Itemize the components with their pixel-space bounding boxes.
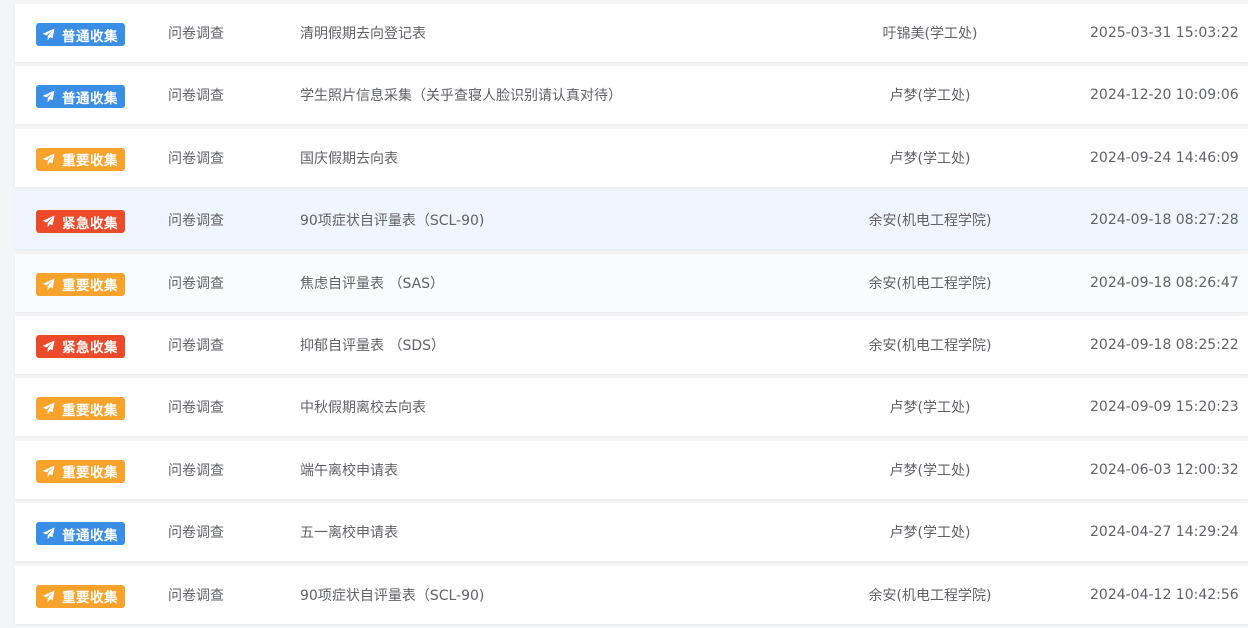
publisher: 卢梦(学工处) — [889, 150, 971, 167]
list-item[interactable]: 重要收集 问卷调查 中秋假期离校去向表 卢梦(学工处) 2024-09-09 1… — [15, 378, 1248, 437]
send-icon — [42, 340, 55, 353]
priority-label: 紧急收集 — [62, 215, 118, 232]
priority-label: 普通收集 — [62, 90, 118, 107]
list-item[interactable]: 普通收集 问卷调查 清明假期去向登记表 吁锦美(学工处) 2025-03-31 … — [15, 4, 1248, 62]
priority-label: 重要收集 — [62, 465, 118, 482]
form-type: 问卷调查 — [168, 26, 224, 42]
publisher: 卢梦(学工处) — [889, 400, 971, 417]
form-title[interactable]: 国庆假期去向表 — [300, 148, 398, 168]
publisher: 余安(机电工程学院) — [868, 213, 992, 230]
publisher: 余安(机电工程学院) — [868, 275, 992, 292]
list-item[interactable]: 普通收集 问卷调查 五一离校申请表 卢梦(学工处) 2024-04-27 14:… — [15, 503, 1248, 562]
priority-badge: 重要收集 — [36, 147, 125, 171]
priority-badge: 普通收集 — [36, 522, 125, 546]
form-type: 问卷调查 — [168, 462, 224, 479]
publish-time: 2024-09-09 15:20:23 — [1090, 399, 1239, 416]
collection-list: 普通收集 问卷调查 清明假期去向登记表 吁锦美(学工处) 2025-03-31 … — [15, 4, 1248, 628]
form-type: 问卷调查 — [168, 587, 224, 604]
send-icon — [42, 278, 55, 290]
send-icon — [42, 28, 55, 41]
send-icon — [42, 153, 55, 166]
publisher: 卢梦(学工处) — [889, 525, 971, 542]
publish-time: 2024-04-12 10:42:56 — [1090, 586, 1239, 603]
send-icon — [42, 465, 55, 478]
priority-badge: 重要收集 — [36, 397, 125, 421]
publish-time: 2024-04-27 14:29:24 — [1090, 524, 1239, 541]
send-icon — [42, 215, 55, 228]
priority-label: 重要收集 — [62, 278, 118, 295]
publisher: 卢梦(学工处) — [889, 88, 971, 105]
form-title[interactable]: 五一离校申请表 — [300, 522, 398, 542]
priority-label: 重要收集 — [62, 153, 118, 170]
form-title[interactable]: 端午离校申请表 — [300, 460, 398, 480]
publish-time: 2025-03-31 15:03:22 — [1090, 25, 1239, 41]
publisher: 余安(机电工程学院) — [868, 587, 992, 604]
form-type: 问卷调查 — [168, 275, 224, 292]
priority-label: 普通收集 — [62, 28, 118, 45]
list-item[interactable]: 重要收集 问卷调查 90项症状自评量表（SCL-90) 余安(机电工程学院) 2… — [15, 565, 1248, 624]
publish-time: 2024-09-18 08:25:22 — [1090, 336, 1239, 353]
publish-time: 2024-09-18 08:26:47 — [1090, 274, 1239, 291]
priority-badge: 重要收集 — [36, 584, 125, 608]
priority-label: 紧急收集 — [62, 340, 118, 357]
list-item[interactable]: 紧急收集 问卷调查 抑郁自评量表 （SDS） 余安(机电工程学院) 2024-0… — [15, 315, 1248, 374]
form-title[interactable]: 90项症状自评量表（SCL-90) — [300, 585, 484, 605]
form-type: 问卷调查 — [168, 88, 224, 105]
list-item[interactable]: 普通收集 问卷调查 学生照片信息采集（关乎查寝人脸识别请认真对待） 卢梦(学工处… — [15, 66, 1248, 125]
publisher: 吁锦美(学工处) — [882, 26, 978, 42]
form-type: 问卷调查 — [168, 337, 224, 354]
list-item[interactable]: 重要收集 问卷调查 端午离校申请表 卢梦(学工处) 2024-06-03 12:… — [15, 440, 1248, 499]
priority-label: 重要收集 — [62, 590, 118, 607]
list-item[interactable]: 重要收集 问卷调查 焦虑自评量表 （SAS） 余安(机电工程学院) 2024-0… — [15, 253, 1248, 312]
form-title[interactable]: 学生照片信息采集（关乎查寝人脸识别请认真对待） — [300, 85, 622, 105]
form-title[interactable]: 90项症状自评量表（SCL-90) — [300, 210, 484, 230]
list-item[interactable]: 重要收集 问卷调查 国庆假期去向表 卢梦(学工处) 2024-09-24 14:… — [15, 128, 1248, 187]
priority-badge: 紧急收集 — [36, 210, 125, 234]
publisher: 余安(机电工程学院) — [868, 337, 992, 354]
publish-time: 2024-09-18 08:27:28 — [1090, 212, 1239, 229]
publish-time: 2024-12-20 10:09:06 — [1090, 87, 1239, 104]
form-title[interactable]: 中秋假期离校去向表 — [300, 397, 426, 417]
send-icon — [42, 90, 55, 103]
form-type: 问卷调查 — [168, 150, 224, 167]
form-type: 问卷调查 — [168, 525, 224, 542]
priority-badge: 重要收集 — [36, 459, 125, 483]
form-title[interactable]: 焦虑自评量表 （SAS） — [300, 273, 444, 293]
form-title[interactable]: 清明假期去向登记表 — [300, 23, 426, 43]
form-type: 问卷调查 — [168, 213, 224, 230]
priority-label: 重要收集 — [62, 402, 118, 419]
send-icon — [42, 590, 55, 602]
list-item[interactable]: 紧急收集 问卷调查 90项症状自评量表（SCL-90) 余安(机电工程学院) 2… — [15, 191, 1248, 250]
form-title[interactable]: 抑郁自评量表 （SDS） — [300, 335, 445, 355]
priority-badge: 重要收集 — [36, 272, 125, 296]
send-icon — [42, 527, 55, 540]
priority-label: 普通收集 — [62, 527, 118, 544]
publish-time: 2024-06-03 12:00:32 — [1090, 461, 1239, 478]
priority-badge: 普通收集 — [36, 85, 125, 109]
publisher: 卢梦(学工处) — [889, 462, 971, 479]
publish-time: 2024-09-24 14:46:09 — [1090, 149, 1239, 166]
priority-badge: 普通收集 — [36, 23, 125, 46]
send-icon — [42, 402, 55, 415]
form-type: 问卷调查 — [168, 400, 224, 417]
priority-badge: 紧急收集 — [36, 334, 125, 358]
